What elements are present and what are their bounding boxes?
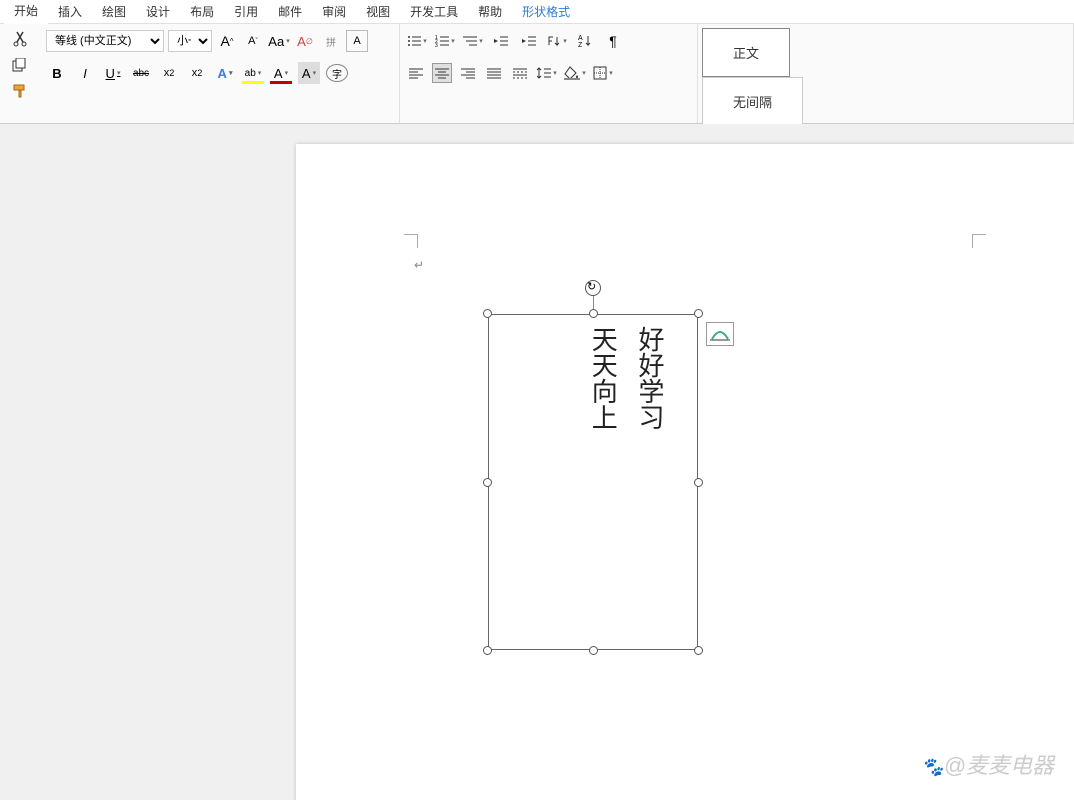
textbox-line-2: 天天向上	[588, 326, 617, 430]
align-left-button[interactable]	[406, 63, 426, 83]
enclosed-char-button[interactable]: 字	[326, 64, 348, 82]
shading-button[interactable]	[564, 62, 586, 84]
resize-handle-bl[interactable]	[483, 646, 492, 655]
show-marks-button[interactable]: ¶	[602, 30, 624, 52]
resize-handle-tr[interactable]	[694, 309, 703, 318]
svg-text:Z: Z	[578, 42, 583, 48]
clear-format-button[interactable]: A∅	[294, 30, 316, 52]
menu-item-help[interactable]: 帮助	[468, 0, 512, 23]
resize-handle-bm[interactable]	[589, 646, 598, 655]
bullet-list-button[interactable]	[406, 30, 428, 52]
menu-item-design[interactable]: 设计	[136, 0, 180, 23]
resize-handle-tl[interactable]	[483, 309, 492, 318]
textbox-content[interactable]: 好好学习 天天向上	[492, 318, 694, 646]
document-canvas[interactable]: ↵ 好好学习 天天向上	[0, 124, 1074, 800]
menu-item-references[interactable]: 引用	[224, 0, 268, 23]
menu-item-shape-format[interactable]: 形状格式	[512, 0, 580, 23]
copy-icon[interactable]	[10, 56, 30, 74]
align-justify-button[interactable]	[484, 63, 504, 83]
shrink-font-button[interactable]: Aˇ	[242, 30, 264, 52]
margin-corner-tl	[404, 234, 418, 248]
font-name-select[interactable]: 等线 (中文正文)	[46, 30, 164, 52]
textbox-line-1: 好好学习	[635, 326, 664, 430]
strikethrough-button[interactable]: abc	[130, 62, 152, 84]
char-border-button[interactable]: A	[346, 30, 368, 52]
text-effects-button[interactable]: A	[214, 62, 236, 84]
menu-bar: 开始 插入 绘图 设计 布局 引用 邮件 审阅 视图 开发工具 帮助 形状格式	[0, 0, 1074, 24]
style-normal[interactable]: 正文	[702, 28, 790, 77]
styles-group: 正文 无间隔 标题 1 ▲ ▼ ▾	[698, 24, 1074, 123]
style-no-spacing[interactable]: 无间隔	[702, 77, 803, 126]
phonetic-guide-button[interactable]: 拼	[320, 30, 342, 52]
resize-handle-tm[interactable]	[589, 309, 598, 318]
grow-font-button[interactable]: A^	[216, 30, 238, 52]
paw-icon: 🐾	[921, 757, 943, 777]
menu-item-draw[interactable]: 绘图	[92, 0, 136, 23]
svg-text:A: A	[578, 35, 583, 42]
font-color-button[interactable]: A	[270, 62, 292, 84]
watermark-text: 🐾@麦麦电器	[921, 748, 1054, 780]
subscript-button[interactable]: x2	[158, 62, 180, 84]
italic-button[interactable]: I	[74, 62, 96, 84]
menu-item-layout[interactable]: 布局	[180, 0, 224, 23]
borders-button[interactable]	[592, 62, 614, 84]
text-direction-button[interactable]	[546, 30, 568, 52]
align-right-button[interactable]	[458, 63, 478, 83]
textbox-shape[interactable]: 好好学习 天天向上	[488, 314, 698, 650]
paragraph-group: 123 AZ ¶	[400, 24, 698, 123]
margin-corner-tr	[972, 234, 986, 248]
char-shading-button[interactable]: A	[298, 62, 320, 84]
resize-handle-mr[interactable]	[694, 478, 703, 487]
change-case-button[interactable]: Aa	[268, 30, 290, 52]
ribbon: 等线 (中文正文) 小一 A^ Aˇ Aa A∅ 拼 A B I U abc x…	[0, 24, 1074, 124]
increase-indent-button[interactable]	[518, 30, 540, 52]
multilevel-list-button[interactable]	[462, 30, 484, 52]
menu-item-start[interactable]: 开始	[4, 0, 48, 24]
resize-handle-br[interactable]	[694, 646, 703, 655]
align-distributed-button[interactable]	[510, 63, 530, 83]
bold-button[interactable]: B	[46, 62, 68, 84]
menu-item-review[interactable]: 审阅	[312, 0, 356, 23]
font-size-select[interactable]: 小一	[168, 30, 212, 52]
decrease-indent-button[interactable]	[490, 30, 512, 52]
svg-text:3: 3	[435, 43, 438, 47]
menu-item-mailings[interactable]: 邮件	[268, 0, 312, 23]
rotate-handle[interactable]	[585, 280, 601, 296]
cut-icon[interactable]	[10, 30, 30, 48]
layout-options-button[interactable]	[706, 322, 734, 346]
menu-item-insert[interactable]: 插入	[48, 0, 92, 23]
layout-options-icon	[710, 326, 730, 342]
highlight-button[interactable]: ab	[242, 62, 264, 84]
number-list-button[interactable]: 123	[434, 30, 456, 52]
sort-button[interactable]: AZ	[574, 30, 596, 52]
font-group: 等线 (中文正文) 小一 A^ Aˇ Aa A∅ 拼 A B I U abc x…	[40, 24, 400, 123]
underline-button[interactable]: U	[102, 62, 124, 84]
menu-item-developer[interactable]: 开发工具	[400, 0, 468, 23]
line-spacing-button[interactable]	[536, 62, 558, 84]
menu-item-view[interactable]: 视图	[356, 0, 400, 23]
paragraph-mark-icon: ↵	[414, 258, 424, 272]
format-painter-icon[interactable]	[10, 82, 30, 100]
align-center-button[interactable]	[432, 63, 452, 83]
document-page[interactable]: ↵ 好好学习 天天向上	[296, 144, 1074, 800]
superscript-button[interactable]: x2	[186, 62, 208, 84]
resize-handle-ml[interactable]	[483, 478, 492, 487]
clipboard-group	[0, 24, 40, 123]
